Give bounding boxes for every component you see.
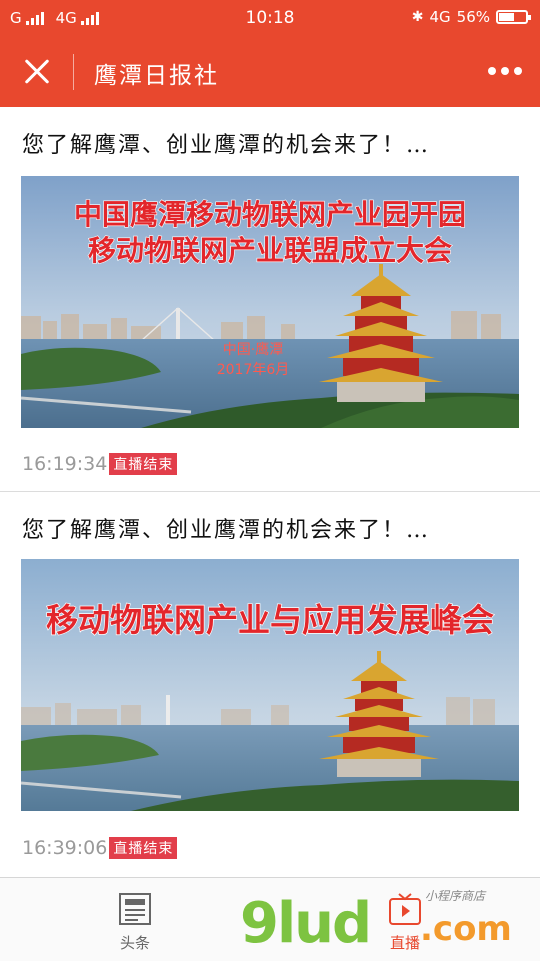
post-image-illustration: 移动物联网产业与应用发展峰会	[21, 559, 519, 811]
bluetooth-icon: ✱	[411, 9, 424, 25]
image-caption-1: 中国·鹰潭	[223, 341, 283, 358]
list-item[interactable]: 您了解鹰潭、创业鹰潭的机会来了！…	[0, 107, 540, 492]
play-tv-icon	[389, 893, 421, 925]
post-title[interactable]: 您了解鹰潭、创业鹰潭的机会来了！…	[22, 512, 430, 544]
status-right: ✱ 4G 56%	[411, 8, 531, 26]
image-headline-1: 中国鹰潭移动物联网产业园开园	[74, 198, 466, 231]
image-headline-1: 移动物联网产业与应用发展峰会	[46, 601, 494, 639]
tab-headlines[interactable]: 头条	[75, 878, 195, 961]
more-icon[interactable]	[488, 62, 522, 80]
post-image[interactable]: 移动物联网产业与应用发展峰会	[21, 559, 519, 811]
post-image[interactable]: 中国鹰潭移动物联网产业园开园 移动物联网产业联盟成立大会 中国·鹰潭 2017年…	[21, 176, 519, 428]
post-time: 16:39:06	[22, 837, 108, 859]
title-bar: 鹰潭日报社	[0, 36, 540, 107]
status-badge: 直播结束	[109, 453, 178, 475]
post-meta: 16:39:06 直播结束	[22, 837, 178, 859]
close-icon[interactable]	[18, 53, 56, 91]
page-title: 鹰潭日报社	[94, 63, 219, 89]
network-label: 4G	[429, 8, 451, 26]
battery-icon	[496, 10, 531, 24]
status-badge: 直播结束	[109, 837, 178, 859]
image-headline-2: 移动物联网产业联盟成立大会	[88, 234, 452, 267]
newspaper-icon	[119, 893, 151, 925]
post-image-illustration: 中国鹰潭移动物联网产业园开园 移动物联网产业联盟成立大会 中国·鹰潭 2017年…	[21, 176, 519, 428]
tab-live[interactable]: 直播	[345, 878, 465, 961]
battery-percent: 56%	[456, 8, 490, 26]
divider	[73, 54, 74, 90]
post-meta: 16:19:34 直播结束	[22, 453, 178, 475]
status-bar: G 4G 10:18 ✱ 4G 56%	[0, 0, 540, 36]
tab-label: 直播	[389, 934, 420, 952]
post-title[interactable]: 您了解鹰潭、创业鹰潭的机会来了！…	[22, 127, 430, 159]
tab-bar: 头条 直播	[0, 877, 540, 961]
image-caption-2: 2017年6月	[217, 362, 290, 378]
post-time: 16:19:34	[22, 453, 108, 475]
tab-label: 头条	[119, 934, 150, 952]
list-item[interactable]: 您了解鹰潭、创业鹰潭的机会来了！…	[0, 492, 540, 878]
